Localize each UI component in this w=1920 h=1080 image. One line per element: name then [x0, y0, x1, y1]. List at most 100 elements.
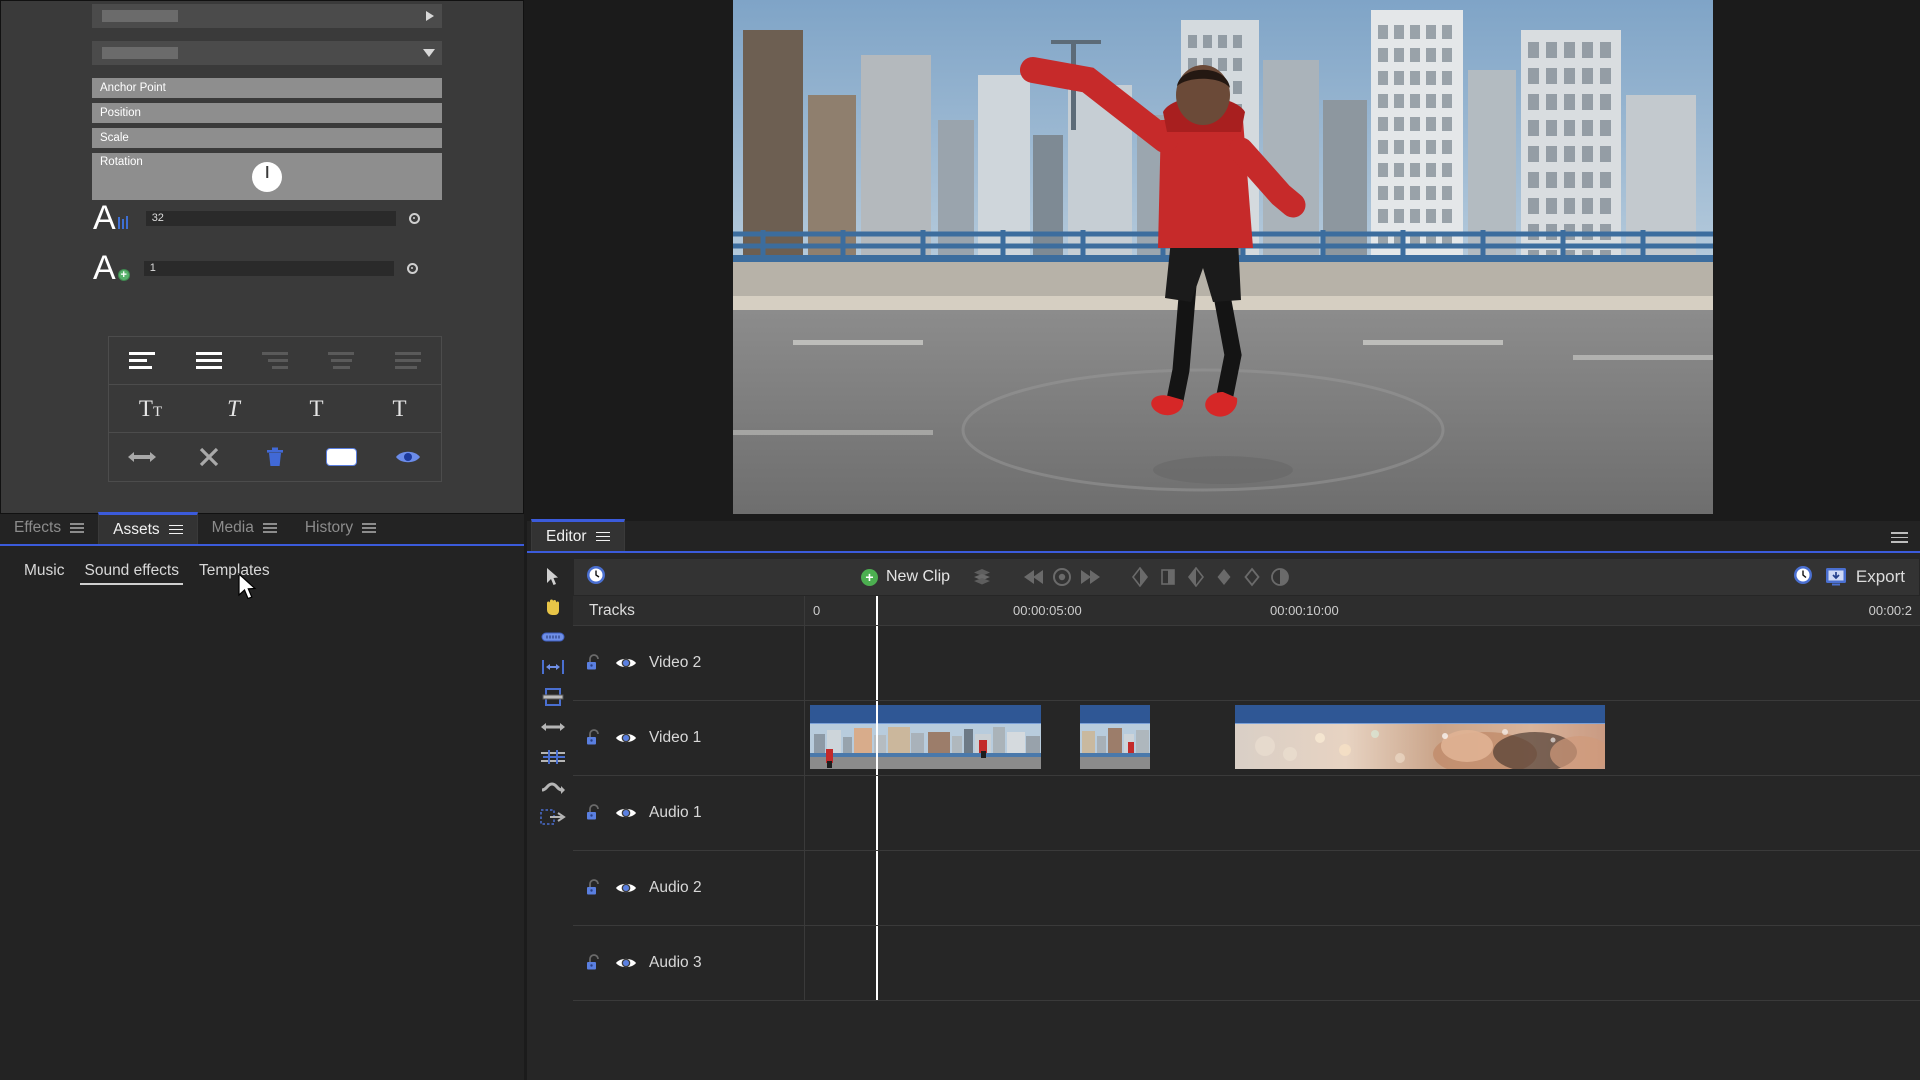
select-arrow-tool[interactable] [540, 567, 566, 587]
clear-style-button[interactable] [175, 433, 241, 481]
align-center-button[interactable] [308, 337, 374, 384]
new-clip-label: New Clip [886, 568, 951, 585]
trim-both-tool[interactable] [540, 657, 566, 677]
rotation-dial[interactable] [252, 162, 282, 192]
tab-assets[interactable]: Assets [98, 512, 198, 544]
unlocked-icon[interactable] [585, 879, 603, 897]
timeline-clip[interactable] [1235, 705, 1605, 769]
subtab-sound-effects[interactable]: Sound effects [74, 558, 189, 585]
keyframe-half-button[interactable] [1266, 563, 1294, 591]
font-size-input[interactable]: 32 [145, 210, 396, 226]
line-spacing-input[interactable]: 1 [143, 260, 394, 276]
playhead-ruler[interactable] [876, 596, 878, 625]
tab-history[interactable]: History [291, 512, 390, 544]
eye-icon[interactable] [615, 881, 637, 895]
property-row-blank-2[interactable] [92, 41, 442, 65]
delete-button[interactable] [242, 433, 308, 481]
timeline-clip[interactable] [1080, 705, 1150, 769]
chevron-right-icon[interactable] [426, 11, 434, 21]
resize-horizontal-tool[interactable] [540, 717, 566, 737]
eye-icon[interactable] [615, 656, 637, 670]
keyframe-split-button[interactable] [1154, 563, 1182, 591]
keyframe-left-button[interactable] [1182, 563, 1210, 591]
property-position[interactable]: Position [92, 103, 442, 123]
eye-icon[interactable] [615, 956, 637, 970]
playhead[interactable] [876, 626, 878, 700]
keyframe-diamond-button[interactable] [1210, 563, 1238, 591]
all-caps-icon: TT [138, 395, 163, 421]
record-button[interactable] [1048, 563, 1076, 591]
slip-tool[interactable] [540, 747, 566, 767]
track-lane-audio-1[interactable] [805, 776, 1920, 850]
rewind-button[interactable] [1020, 563, 1048, 591]
razor-blade-tool[interactable] [540, 627, 566, 647]
subtab-music[interactable]: Music [14, 558, 74, 584]
export-button[interactable]: Export [1825, 567, 1905, 587]
hand-pan-tool[interactable] [540, 597, 566, 617]
timeline-ruler[interactable]: Tracks 0 00:00:05:00 00:00:10:00 00:00:2 [573, 596, 1920, 626]
unlocked-icon[interactable] [585, 804, 603, 822]
keyframe-in-button[interactable] [1126, 563, 1154, 591]
align-right-button[interactable] [242, 337, 308, 384]
unlocked-icon[interactable] [585, 654, 603, 672]
tab-effects[interactable]: Effects [0, 512, 98, 544]
track-lane-audio-3[interactable] [805, 926, 1920, 1000]
playhead[interactable] [876, 701, 878, 775]
timeline-clip[interactable] [810, 705, 1041, 769]
property-row-blank-1[interactable] [92, 4, 442, 28]
eye-icon[interactable] [615, 731, 637, 745]
tab-media[interactable]: Media [198, 512, 291, 544]
menu-icon[interactable] [595, 531, 610, 542]
toggle-visibility-button[interactable] [375, 433, 441, 481]
crop-tool[interactable] [540, 687, 566, 707]
align-left-button[interactable] [109, 337, 175, 384]
align-distribute-button[interactable] [375, 337, 441, 384]
clip-thumbnails [810, 724, 1041, 769]
italic-button[interactable]: T [192, 385, 275, 432]
menu-icon[interactable] [262, 523, 277, 533]
track-lane-audio-2[interactable] [805, 851, 1920, 925]
roll-edit-tool[interactable] [540, 777, 566, 797]
chevron-down-icon[interactable] [423, 49, 435, 57]
editor-options-menu-icon[interactable] [1891, 532, 1908, 543]
video-preview[interactable] [733, 0, 1713, 514]
line-spacing-knob[interactable] [406, 262, 418, 274]
tab-label: Effects [14, 519, 62, 536]
new-clip-button[interactable]: + New Clip [861, 568, 950, 586]
track-lane-video-2[interactable] [805, 626, 1920, 700]
tab-editor[interactable]: Editor [531, 519, 625, 551]
editor-toolstrip [535, 561, 571, 1080]
stack-clips-button[interactable] [968, 563, 996, 591]
playhead[interactable] [876, 851, 878, 925]
slide-box-tool[interactable] [540, 807, 566, 827]
align-justify-button[interactable] [175, 337, 241, 384]
color-swatch-button[interactable] [308, 433, 374, 481]
eye-icon[interactable] [615, 806, 637, 820]
stretch-button[interactable] [109, 433, 175, 481]
playhead[interactable] [876, 926, 878, 1000]
menu-icon[interactable] [168, 524, 183, 535]
track-lane-video-1[interactable] [805, 701, 1920, 775]
regular-text-button[interactable]: T [275, 385, 358, 432]
playhead[interactable] [876, 776, 878, 850]
playback-clock-button[interactable] [1793, 565, 1813, 590]
keyframe-outline-button[interactable] [1238, 563, 1266, 591]
property-anchor-point[interactable]: Anchor Point [92, 78, 442, 98]
ruler-tick: 00:00:2 [1868, 603, 1912, 618]
thin-text-button[interactable]: T [358, 385, 441, 432]
subtab-templates[interactable]: Templates [189, 558, 280, 584]
property-rotation[interactable]: Rotation [92, 153, 442, 200]
record-icon [1053, 568, 1072, 586]
fast-forward-button[interactable] [1076, 563, 1104, 591]
unlocked-icon[interactable] [585, 954, 603, 972]
menu-icon[interactable] [70, 523, 85, 533]
menu-icon[interactable] [362, 523, 377, 533]
all-caps-button[interactable]: TT [109, 385, 192, 432]
font-size-knob[interactable] [408, 212, 420, 224]
timeline-clock-button[interactable] [586, 565, 606, 590]
property-scale[interactable]: Scale [92, 128, 442, 148]
roll-edit-icon [541, 782, 565, 794]
keyframe-in-icon [1132, 567, 1149, 587]
unlocked-icon[interactable] [585, 729, 603, 747]
ruler-scale[interactable]: 0 00:00:05:00 00:00:10:00 00:00:2 [805, 596, 1920, 625]
